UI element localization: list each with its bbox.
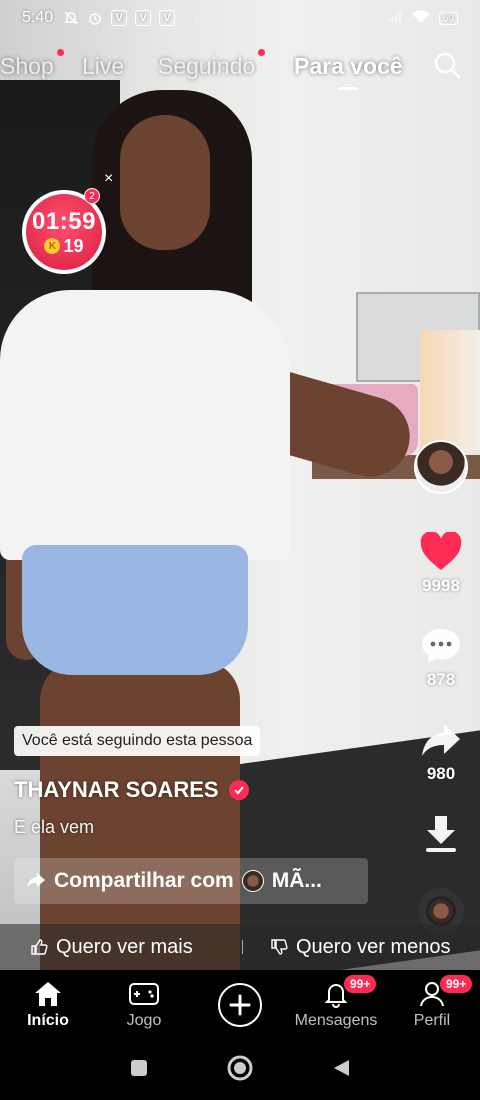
like-count: 9998 [422,576,460,595]
tab-profile[interactable]: 99+ Perfil [387,974,477,1030]
creator-avatar[interactable] [414,440,468,494]
want-more-button[interactable]: Quero ver mais [30,936,193,959]
comment-button[interactable]: 878 [420,626,462,690]
thumbs-down-icon [271,939,288,955]
following-tag: Você está seguindo esta pessoa [14,726,261,756]
coin-timer-time: 01:59 [32,207,96,235]
video-subject-shorts [22,545,248,675]
contact-avatar [241,870,264,892]
video-scene-bottles [420,330,480,450]
share-with-button[interactable]: Compartilhar com MÃ... [14,858,368,904]
tab-following-dot [258,48,266,56]
coin-timer-badge: 2 [84,188,100,204]
muted-notifications-icon [63,10,79,26]
heart-icon [420,532,462,570]
tab-home-label: Início [27,1012,69,1029]
plus-icon [218,983,262,1027]
status-time: 5:40 [22,9,54,26]
status-bar: 5:40 V V V · 60 [0,0,480,36]
home-circle-icon[interactable] [226,1054,254,1087]
tab-following[interactable]: Seguindo [158,48,266,80]
tab-shop[interactable]: Shop [0,48,64,80]
tab-game[interactable]: Jogo [99,980,189,1030]
feedback-divider [242,940,243,954]
app-notification-icon: V [135,10,152,26]
tab-home[interactable]: Início [3,980,93,1030]
video-subject-face [120,115,210,250]
comment-count: 878 [426,670,456,689]
system-nav-bar [0,1040,480,1100]
share-target-name: MÃ... [271,869,322,892]
post-caption[interactable]: E ela vem [14,817,94,838]
app-notification-icon: V [159,10,176,26]
gamepad-icon [129,983,159,1005]
download-button[interactable] [423,814,459,854]
want-more-label: Quero ver mais [56,935,193,958]
want-less-label: Quero ver menos [296,935,451,958]
share-icon [422,724,460,756]
tab-messages-label: Mensagens [294,1012,378,1029]
more-notifications-icon: · [188,10,194,26]
tab-for-you-label: Para você [294,52,403,79]
alarm-icon [87,10,103,26]
tab-for-you[interactable]: Para você [294,52,403,90]
tab-shop-label: Shop [0,52,54,79]
tab-live-label: Live [82,52,125,79]
download-icon [426,816,456,852]
feedback-bar: Quero ver mais Quero ver menos [0,924,480,970]
home-icon [35,982,61,1006]
coin-icon: K [44,238,61,254]
action-rail: 9998 878 980 [412,440,470,934]
back-icon[interactable] [330,1057,352,1084]
author-name[interactable]: THAYNAR SOARES [14,777,249,803]
bottom-tab-bar: Início Jogo 99+ Mensagens 99+ Perfil [0,970,480,1040]
tab-live[interactable]: Live [82,53,124,80]
share-with-label: Compartilhar com [54,869,234,892]
feed-tabs: Shop Live Seguindo Para você [0,46,480,90]
thumbs-up-icon [31,939,48,955]
coin-reward-timer[interactable]: 01:59 K 19 2 [22,188,106,274]
coin-count: K 19 [44,235,84,257]
create-button[interactable] [195,983,285,1027]
tab-following-label: Seguindo [158,52,256,79]
tab-messages[interactable]: 99+ Mensagens [291,974,381,1030]
share-arrow-icon [27,873,45,888]
comment-icon [422,629,460,663]
messages-badge: 99+ [343,974,378,994]
close-icon[interactable]: × [104,170,113,188]
verified-badge-icon [228,780,249,800]
coin-count-value: 19 [63,235,84,256]
tab-active-indicator [338,86,359,90]
app-notification-icon: V [111,10,128,26]
want-less-button[interactable]: Quero ver menos [270,936,451,959]
search-icon[interactable] [432,50,462,80]
share-count: 980 [426,764,456,783]
author-name-label: THAYNAR SOARES [14,777,219,802]
tab-profile-label: Perfil [413,1012,451,1029]
tab-game-label: Jogo [126,1012,162,1029]
like-button[interactable]: 9998 [419,532,463,596]
battery-icon: 60 [438,11,458,25]
recents-icon[interactable] [128,1057,150,1084]
video-subject-shirt [0,290,290,560]
tab-shop-dot [56,48,64,56]
profile-badge: 99+ [439,974,474,994]
wifi-icon [411,9,431,28]
share-button[interactable]: 980 [420,720,462,784]
signal-icon [385,10,403,27]
